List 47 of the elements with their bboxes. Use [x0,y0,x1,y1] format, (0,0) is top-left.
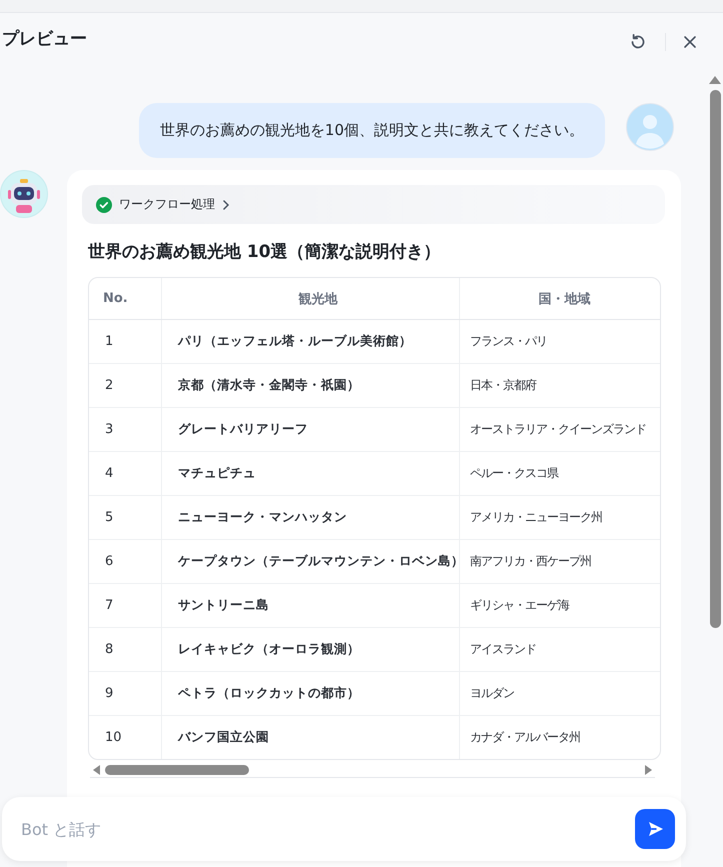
robot-avatar [0,170,48,218]
column-header: No. [89,278,162,320]
table-cell: ケープタウン（テーブルマウンテン・ロベン島） [162,540,460,584]
table-cell: ペルー・クスコ県 [460,452,660,496]
send-button[interactable] [635,809,675,849]
table-cell: ペトラ（ロックカットの都市） [162,672,460,716]
scroll-up-icon[interactable] [709,75,721,84]
table-cell: 2 [89,364,162,408]
scroll-left-icon[interactable] [93,765,101,775]
table-cell: 京都（清水寺・金閣寺・祇園） [162,364,460,408]
chevron-right-icon [222,198,230,210]
table-cell: ギリシャ・エーゲ海 [460,584,660,628]
table-cell: 1 [89,320,162,364]
table-cell: 9 [89,672,162,716]
table-cell: ニューヨーク・マンハッタン [162,496,460,540]
table-cell: 3 [89,408,162,452]
table-cell: バンフ国立公園 [162,716,460,759]
close-icon[interactable] [683,35,697,49]
table-cell: ヨルダン [460,672,660,716]
table-cell: 5 [89,496,162,540]
table-cell: アメリカ・ニューヨーク州 [460,496,660,540]
table-cell: 7 [89,584,162,628]
table-cell: アイスランド [460,628,660,672]
scroll-right-icon[interactable] [644,765,652,775]
table-cell: レイキャビク（オーロラ観測） [162,628,460,672]
table-cell: カナダ・アルバータ州 [460,716,660,759]
message-input[interactable]: Bot と話す [19,818,627,840]
user-message: 世界のお薦めの観光地を10個、説明文と共に教えてください。 [138,103,605,158]
table-cell: マチュピチュ [162,452,460,496]
table-cell: 8 [89,628,162,672]
column-header: 観光地 [162,278,460,320]
user-avatar [626,103,674,151]
panel-title: プレビュー [2,28,87,50]
table-cell: サントリーニ島 [162,584,460,628]
table-cell: オーストラリア・クイーンズランド [460,408,660,452]
table-cell: フランス・パリ [460,320,660,364]
answer-heading: 世界のお薦め観光地 10選（簡潔な説明付き） [88,241,442,263]
table-cell: 10 [89,716,162,759]
table-cell: 南アフリカ・西ケープ州 [460,540,660,584]
table-cell: 日本・京都府 [460,364,660,408]
table-cell: パリ（エッフェル塔・ルーブル美術館） [162,320,460,364]
table-cell: グレートバリアリーフ [162,408,460,452]
table-cell: 4 [89,452,162,496]
column-header: 国・地域 [460,278,660,320]
table-cell: 6 [89,540,162,584]
workflow-status-button[interactable]: ワークフロー処理 [82,185,665,224]
horizontal-scrollbar[interactable] [90,763,655,778]
